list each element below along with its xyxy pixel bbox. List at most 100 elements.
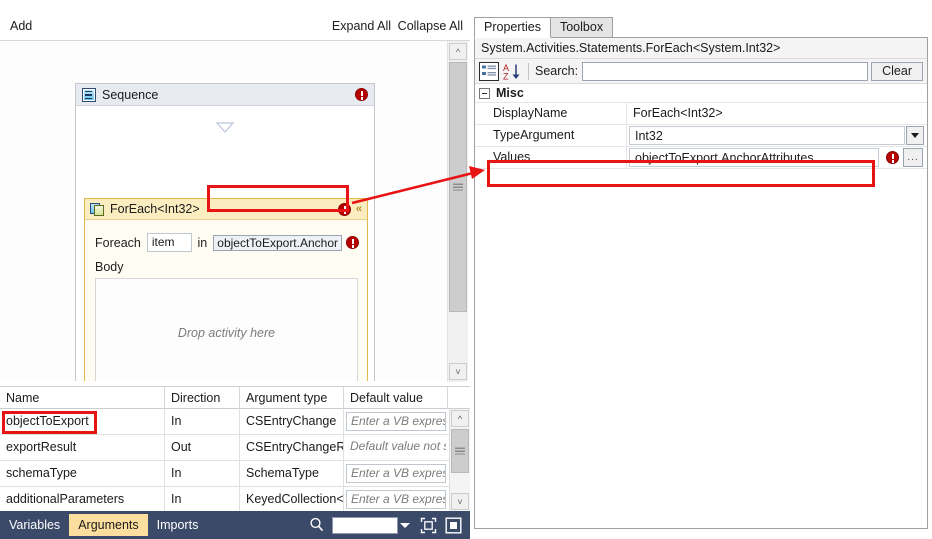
default-value-input[interactable]: Enter a VB expression — [346, 490, 446, 509]
collapse-chevron-icon[interactable]: « — [356, 203, 362, 215]
column-header-direction[interactable]: Direction — [165, 387, 240, 409]
argument-default-cell[interactable]: Enter a VB expression — [344, 487, 448, 513]
default-value-input[interactable]: Enter a VB expression — [346, 464, 446, 483]
default-value-readonly: Default value not supported — [350, 439, 446, 453]
fit-to-screen-icon[interactable] — [420, 517, 437, 534]
canvas-scroll-down-icon[interactable]: ˅ — [449, 363, 467, 380]
typeargument-combobox[interactable]: Int32 — [629, 126, 905, 145]
workflow-designer-screen: Add Expand All Collapse All Sequence For… — [0, 0, 932, 539]
canvas-scrollbar[interactable]: ^ ˅ — [447, 41, 468, 382]
column-header-spacer — [448, 387, 470, 409]
argument-name-cell[interactable]: additionalParameters — [0, 487, 165, 513]
table-row[interactable]: exportResult Out CSEntryChangeResult Def… — [0, 435, 470, 461]
property-name: TypeArgument — [475, 125, 627, 147]
tab-variables[interactable]: Variables — [0, 514, 69, 536]
add-link[interactable]: Add — [10, 19, 32, 33]
canvas-scroll-up-icon[interactable]: ^ — [449, 43, 467, 60]
properties-search-input[interactable] — [582, 61, 869, 81]
values-error-icon[interactable] — [886, 151, 899, 164]
column-header-default-value[interactable]: Default value — [344, 387, 448, 409]
column-header-argument-type[interactable]: Argument type — [240, 387, 344, 409]
argument-type-cell[interactable]: CSEntryChange — [240, 409, 344, 435]
grid-scroll-down-icon[interactable]: ˅ — [451, 493, 469, 510]
properties-pane: Properties Toolbox System.Activities.Sta… — [470, 0, 932, 539]
property-row-typeargument[interactable]: TypeArgument Int32 — [475, 125, 927, 147]
foreach-values-input[interactable]: objectToExport.Anchor — [213, 234, 342, 251]
grid-scrollbar-thumb[interactable] — [451, 429, 469, 473]
arguments-grid: Name Direction Argument type Default val… — [0, 386, 470, 513]
table-row[interactable]: schemaType In SchemaType Enter a VB expr… — [0, 461, 470, 487]
alphabetical-sort-icon[interactable]: A Z — [502, 62, 522, 81]
column-header-name[interactable]: Name — [0, 387, 165, 409]
magnifier-icon[interactable] — [308, 516, 326, 534]
designer-toolbar: Add Expand All Collapse All — [0, 16, 468, 40]
argument-name-cell[interactable]: exportResult — [0, 435, 165, 461]
scrollbar-grip-icon — [455, 447, 465, 455]
tab-toolbox[interactable]: Toolbox — [549, 17, 614, 38]
foreach-item-variable-input[interactable]: item — [146, 233, 192, 252]
clear-search-button[interactable]: Clear — [871, 61, 923, 81]
sequence-title: Sequence — [102, 87, 159, 102]
property-group-misc[interactable]: Misc — [475, 84, 927, 103]
foreach-header[interactable]: ForEach<Int32> « — [85, 199, 367, 220]
sequence-header[interactable]: Sequence — [76, 84, 374, 106]
argument-type-cell[interactable]: SchemaType — [240, 461, 344, 487]
argument-name-cell[interactable]: objectToExport — [0, 409, 165, 435]
zoom-level-input[interactable] — [332, 516, 398, 534]
foreach-values-wrapper: objectToExport.Anchor — [213, 234, 342, 252]
foreach-title: ForEach<Int32> — [110, 202, 200, 216]
foreach-keyword-label: Foreach — [95, 235, 141, 250]
default-value-input[interactable]: Enter a VB expression — [346, 412, 446, 431]
expand-all-link[interactable]: Expand All — [332, 19, 391, 33]
arguments-grid-scrollbar[interactable]: ^ ˅ — [449, 409, 470, 511]
tab-imports[interactable]: Imports — [148, 514, 208, 536]
tab-properties[interactable]: Properties — [474, 17, 551, 38]
property-row-values[interactable]: Values objectToExport.AnchorAttributes .… — [475, 147, 927, 169]
search-label: Search: — [535, 64, 579, 78]
group-collapse-toggle-icon[interactable] — [479, 87, 490, 99]
foreach-activity[interactable]: ForEach<Int32> « Foreach item in objectT… — [84, 198, 368, 381]
foreach-error-icon[interactable] — [337, 202, 351, 216]
foreach-body-label: Body — [95, 260, 124, 274]
properties-body: System.Activities.Statements.ForEach<Sys… — [474, 37, 928, 529]
workflow-canvas[interactable]: Sequence ForEach<Int32> « Foreach item i… — [0, 41, 447, 381]
sequence-error-icon[interactable] — [355, 88, 368, 101]
group-label: Misc — [496, 86, 524, 100]
argument-name-cell[interactable]: schemaType — [0, 461, 165, 487]
argument-type-cell[interactable]: KeyedCollection<S — [240, 487, 344, 513]
foreach-values-error-icon[interactable] — [346, 236, 359, 249]
argument-direction-cell[interactable]: Out — [165, 435, 240, 461]
canvas-scrollbar-thumb[interactable] — [449, 62, 467, 312]
argument-direction-cell[interactable]: In — [165, 461, 240, 487]
tab-arguments[interactable]: Arguments — [69, 514, 148, 536]
property-row-displayname[interactable]: DisplayName ForEach<Int32> — [475, 103, 927, 125]
collapse-all-link[interactable]: Collapse All — [398, 19, 463, 33]
argument-default-cell[interactable]: Enter a VB expression — [344, 461, 448, 487]
argument-type-cell[interactable]: CSEntryChangeResult — [240, 435, 344, 461]
argument-default-cell: Default value not supported — [344, 435, 448, 461]
argument-default-cell[interactable]: Enter a VB expression — [344, 409, 448, 435]
toolbar-separator — [528, 62, 529, 80]
restore-view-icon[interactable] — [445, 517, 462, 534]
property-name: DisplayName — [475, 103, 627, 125]
table-row[interactable]: objectToExport In CSEntryChange Enter a … — [0, 409, 470, 435]
foreach-expression-row: Foreach item in objectToExport.Anchor — [95, 232, 359, 253]
values-expression-input[interactable]: objectToExport.AnchorAttributes — [629, 148, 879, 167]
insert-arrow-icon[interactable] — [216, 122, 234, 133]
chevron-down-icon[interactable] — [400, 522, 410, 528]
categorized-view-icon[interactable] — [479, 61, 499, 81]
foreach-body-dropzone[interactable]: Drop activity here — [95, 278, 358, 381]
argument-direction-cell[interactable]: In — [165, 487, 240, 513]
values-editor-ellipsis-button[interactable]: ... — [903, 148, 923, 167]
grid-scroll-up-icon[interactable]: ^ — [451, 410, 469, 427]
drop-activity-hint: Drop activity here — [177, 326, 276, 340]
chevron-down-icon[interactable] — [906, 126, 924, 145]
foreach-activity-icon — [90, 202, 104, 216]
arguments-grid-header: Name Direction Argument type Default val… — [0, 387, 470, 409]
property-value[interactable]: ForEach<Int32> — [627, 103, 927, 125]
sequence-activity[interactable]: Sequence ForEach<Int32> « Foreach item i… — [75, 83, 375, 381]
properties-toolbar: A Z Search: Clear — [475, 59, 927, 84]
argument-direction-cell[interactable]: In — [165, 409, 240, 435]
sequence-activity-icon — [82, 87, 96, 102]
table-row[interactable]: additionalParameters In KeyedCollection<… — [0, 487, 470, 513]
